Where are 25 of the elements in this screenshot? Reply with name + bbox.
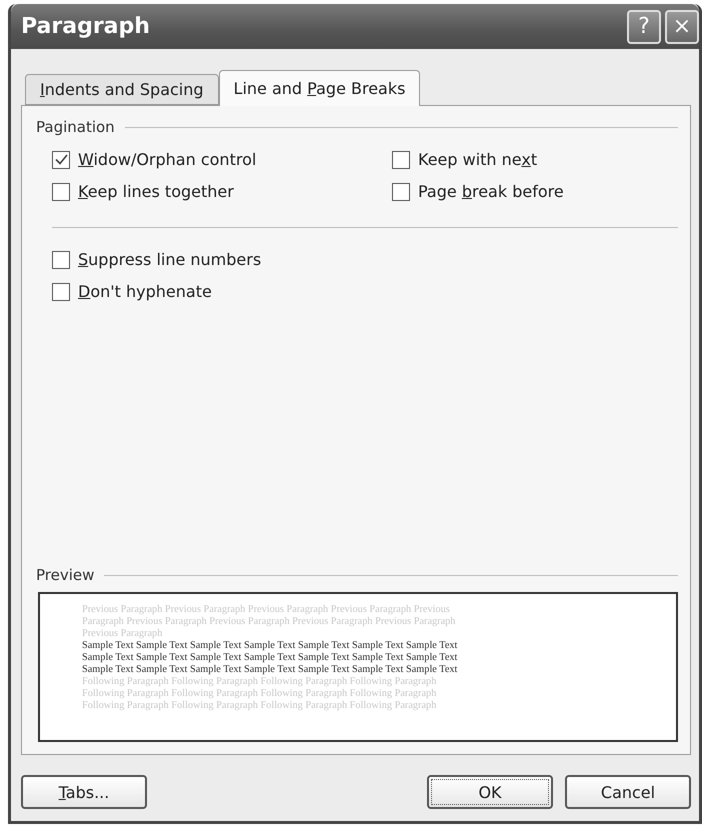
window-title: Paragraph [21,14,150,39]
checkbox-label[interactable]: Keep lines together [78,182,234,201]
checkbox-label[interactable]: Widow/Orphan control [78,150,256,169]
tab[interactable]: Indents and Spacing [25,74,219,105]
sample-text-line: Sample Text Sample Text Sample Text Sample Text Sample Text Sample Text Sample Text [82,640,458,652]
checkbox-label[interactable]: Keep with next [418,150,538,169]
tab[interactable]: Line and Page Breaks [218,70,420,106]
group-heading: Preview [36,566,94,584]
help-button[interactable]: ? [627,10,661,44]
sample-text-line: Sample Text Sample Text Sample Text Sample Text Sample Text Sample Text Sample Text [82,664,458,676]
checkbox-label[interactable]: Suppress line numbers [78,250,262,269]
checkbox[interactable] [52,282,70,300]
group-heading: Pagination [36,118,115,136]
checkbox[interactable] [52,150,70,168]
checkbox[interactable] [52,250,70,268]
checkbox[interactable] [52,182,70,200]
checkbox-label[interactable]: Don't hyphenate [78,282,212,301]
checkbox[interactable] [392,182,410,200]
tabs-button[interactable]: Tabs... [21,775,147,809]
checkbox[interactable] [392,150,410,168]
checkbox-label[interactable]: Page break before [418,182,564,201]
close-button[interactable]: × [665,10,699,44]
ok-button[interactable]: OK [427,775,553,809]
cancel-button[interactable]: Cancel [565,775,691,809]
sample-text-line: Sample Text Sample Text Sample Text Sample Text Sample Text Sample Text Sample Text [82,652,458,664]
